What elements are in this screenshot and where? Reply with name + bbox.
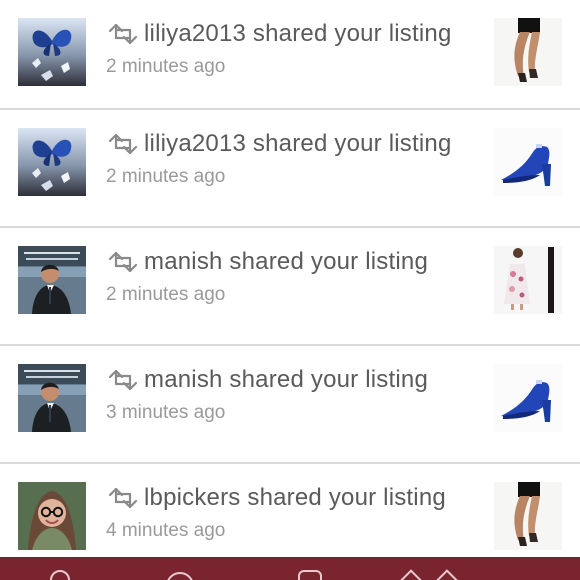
notification-message: manish shared your listing [144,366,429,393]
butterfly-avatar-icon[interactable] [18,18,86,86]
search-nav-icon[interactable] [166,572,194,580]
bottom-navigation-bar [0,557,580,580]
notification-message: manish shared your listing [144,248,429,275]
notification-row[interactable]: liliya2013 shared your listing 2 minutes… [0,110,580,228]
blue-pump-listing-icon[interactable] [494,128,562,196]
home-nav-icon[interactable] [398,569,424,580]
notification-time: 3 minutes ago [106,402,226,423]
message-line: liliya2013 shared your listing [106,20,491,48]
notification-row[interactable]: manish shared your listing 3 minutes ago [0,346,580,464]
notification-text: manish shared your listing 3 minutes ago [106,366,491,424]
share-icon [108,487,138,509]
share-icon [108,23,138,45]
message-line: manish shared your listing [106,248,491,276]
legs-heels-listing-icon[interactable] [494,482,562,550]
menu-nav-icon[interactable] [434,569,460,580]
message-line: manish shared your listing [106,366,491,394]
notification-message: lbpickers shared your listing [144,484,446,511]
blue-pump-listing-icon[interactable] [494,364,562,432]
notification-time: 2 minutes ago [106,284,226,305]
notification-row[interactable]: liliya2013 shared your listing 2 minutes… [0,0,580,110]
man-portrait-avatar-icon[interactable] [18,364,86,432]
camera-nav-icon[interactable] [298,570,322,580]
legs-heels-listing-icon[interactable] [494,18,562,86]
message-line: liliya2013 shared your listing [106,130,491,158]
man-portrait-avatar-icon[interactable] [18,246,86,314]
notification-text: manish shared your listing 2 minutes ago [106,248,491,306]
notifications-screen: liliya2013 shared your listing 2 minutes… [0,0,580,580]
share-icon [108,133,138,155]
notification-text: lbpickers shared your listing 4 minutes … [106,484,491,542]
notification-message: liliya2013 shared your listing [144,130,452,157]
notification-text: liliya2013 shared your listing 2 minutes… [106,20,491,78]
share-icon [108,251,138,273]
floral-dress-listing-icon[interactable] [494,246,562,314]
notification-feed: liliya2013 shared your listing 2 minutes… [0,0,580,580]
notification-time: 4 minutes ago [106,520,226,541]
share-icon [108,369,138,391]
notification-time: 2 minutes ago [106,56,226,77]
woman-portrait-avatar-icon[interactable] [18,482,86,550]
butterfly-avatar-icon[interactable] [18,128,86,196]
notification-text: liliya2013 shared your listing 2 minutes… [106,130,491,188]
notification-time: 2 minutes ago [106,166,226,187]
message-line: lbpickers shared your listing [106,484,491,512]
profile-nav-icon[interactable] [50,570,70,580]
notification-row[interactable]: manish shared your listing 2 minutes ago [0,228,580,346]
notification-message: liliya2013 shared your listing [144,20,452,47]
